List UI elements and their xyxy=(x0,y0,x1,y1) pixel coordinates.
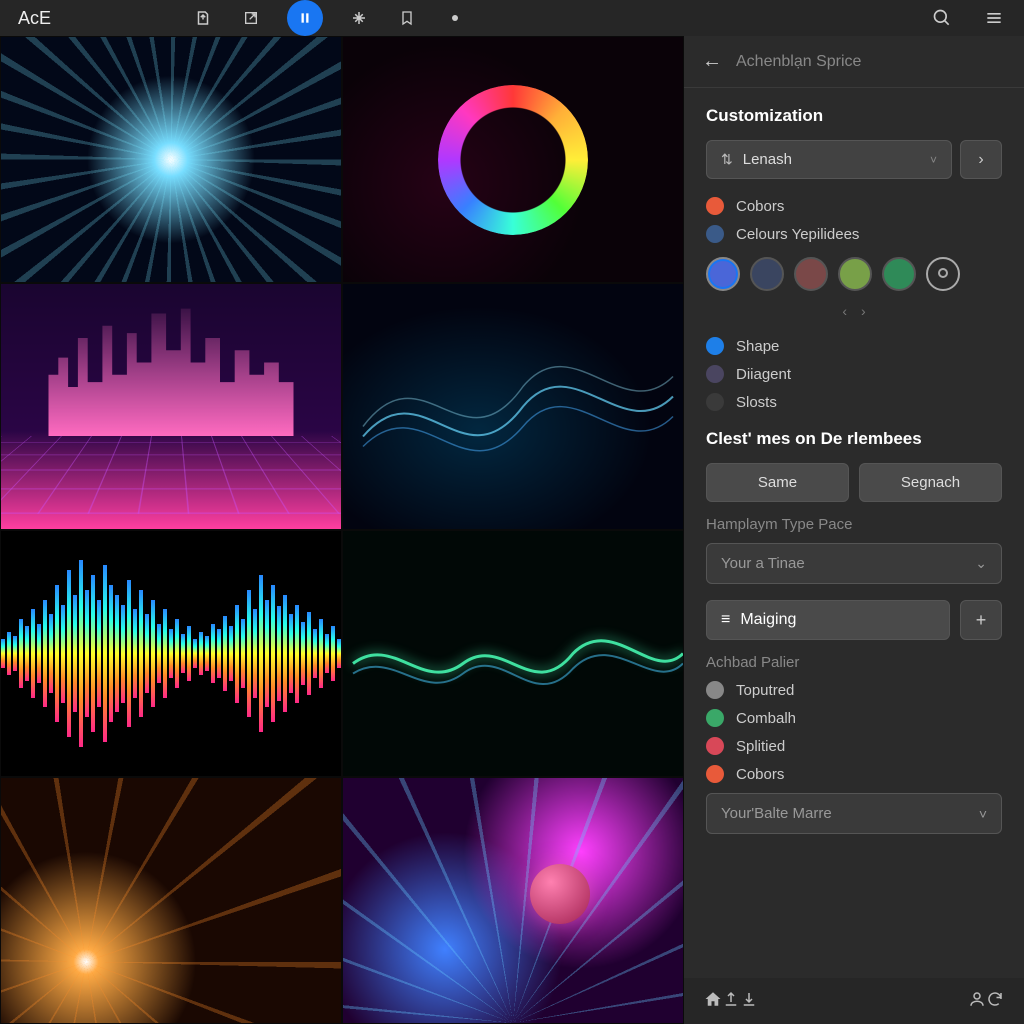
user-icon[interactable] xyxy=(968,990,986,1013)
opt-toputred[interactable]: Toputred xyxy=(706,681,1002,699)
template-wave2[interactable] xyxy=(342,530,684,777)
opt-yepilidees[interactable]: Celours Yepilidees xyxy=(706,225,1002,243)
upload-icon[interactable] xyxy=(722,990,740,1013)
breadcrumb: ← Achenblạn Sprice xyxy=(684,36,1024,88)
top-icons-right xyxy=(930,6,1006,30)
same-button[interactable]: Same xyxy=(706,463,849,502)
sparkle-icon[interactable] xyxy=(347,6,371,30)
color-swatch-4[interactable] xyxy=(882,257,916,291)
chevron-left-icon[interactable]: ‹ xyxy=(842,303,847,319)
lenash-dropdown-row: ⇅ Lenash ˅ › xyxy=(706,140,1002,179)
balte-placeholder: Your'Balte Marre xyxy=(721,805,832,822)
top-bar: AcE Avee Playirs i xyxy=(0,0,1024,36)
back-arrow-icon[interactable]: ← xyxy=(702,50,722,73)
sidebar-content: Customization ⇅ Lenash ˅ › Cobors Celour… xyxy=(684,88,1024,978)
swatch-pager: ‹› xyxy=(706,303,1002,319)
template-wave[interactable] xyxy=(342,283,684,530)
color-swatch-0[interactable] xyxy=(706,257,740,291)
color-swatches xyxy=(706,257,1002,291)
template-spectrum[interactable] xyxy=(0,530,342,777)
template-cosmic[interactable] xyxy=(342,777,684,1024)
opt-diagent[interactable]: Diiagent xyxy=(706,365,1002,383)
main-content: ← Achenblạn Sprice Customization ⇅ Lenas… xyxy=(0,36,1024,1024)
chevron-down-icon: ˅ xyxy=(979,806,987,822)
color-swatch-1[interactable] xyxy=(750,257,784,291)
list-icon: ≡ xyxy=(721,611,730,629)
export-icon[interactable] xyxy=(191,6,215,30)
balte-select[interactable]: Your'Balte Marre ˅ xyxy=(706,793,1002,834)
clest-title: Clest' mes on De rlembees xyxy=(706,429,1002,449)
download-icon[interactable] xyxy=(740,990,758,1013)
opt-cobors[interactable]: Cobors xyxy=(706,197,1002,215)
chevron-right-icon[interactable]: › xyxy=(861,303,866,319)
maging-row: ≡ Maiging + xyxy=(706,600,1002,640)
achbad-label: Achbad Palier xyxy=(706,654,1002,671)
app-logo: AcE xyxy=(18,8,51,29)
hamplaym-label: Hamplaym Type Pace xyxy=(706,516,1002,533)
menu-icon[interactable] xyxy=(982,6,1006,30)
sidebar-panel: ← Achenblạn Sprice Customization ⇅ Lenas… xyxy=(684,36,1024,1024)
template-gallery xyxy=(0,36,684,1024)
pause-button[interactable] xyxy=(287,0,323,36)
clest-buttons: Same Segnach xyxy=(706,463,1002,502)
add-button[interactable]: + xyxy=(960,600,1002,640)
bottom-nav xyxy=(684,978,1024,1024)
lenash-label: Lenash xyxy=(743,151,792,168)
opt-shape[interactable]: Shape xyxy=(706,337,1002,355)
lenash-dropdown[interactable]: ⇅ Lenash ˅ xyxy=(706,140,952,179)
chevron-down-icon: ˅ xyxy=(930,153,937,167)
type-select[interactable]: Your a Tinae ⌄ xyxy=(706,543,1002,584)
template-city[interactable] xyxy=(0,283,342,530)
go-button[interactable]: › xyxy=(960,140,1002,179)
template-lightrays[interactable] xyxy=(0,777,342,1024)
breadcrumb-text: Achenblạn Sprice xyxy=(736,53,861,71)
search-icon[interactable] xyxy=(930,6,954,30)
type-placeholder: Your a Tinae xyxy=(721,555,805,572)
template-rainbow-ring[interactable] xyxy=(342,36,684,283)
bookmark-icon[interactable] xyxy=(395,6,419,30)
dot-icon[interactable] xyxy=(443,6,467,30)
home-icon[interactable] xyxy=(704,990,722,1013)
opt-slosts[interactable]: Slosts xyxy=(706,393,1002,411)
opt-splitied[interactable]: Splitied xyxy=(706,737,1002,755)
top-icons-left xyxy=(191,0,467,36)
new-window-icon[interactable] xyxy=(239,6,263,30)
refresh-icon[interactable] xyxy=(986,990,1004,1013)
chevron-down-icon: ⌄ xyxy=(975,555,987,572)
template-starburst[interactable] xyxy=(0,36,342,283)
opt-cobors2[interactable]: Cobors xyxy=(706,765,1002,783)
color-swatch-2[interactable] xyxy=(794,257,828,291)
opt-combalh[interactable]: Combalh xyxy=(706,709,1002,727)
segnach-button[interactable]: Segnach xyxy=(859,463,1002,502)
color-swatch-5[interactable] xyxy=(926,257,960,291)
maging-button[interactable]: ≡ Maiging xyxy=(706,600,950,640)
color-swatch-3[interactable] xyxy=(838,257,872,291)
filter-icon: ⇅ xyxy=(721,151,733,168)
maging-label: Maiging xyxy=(740,611,796,629)
customization-title: Customization xyxy=(706,106,1002,126)
